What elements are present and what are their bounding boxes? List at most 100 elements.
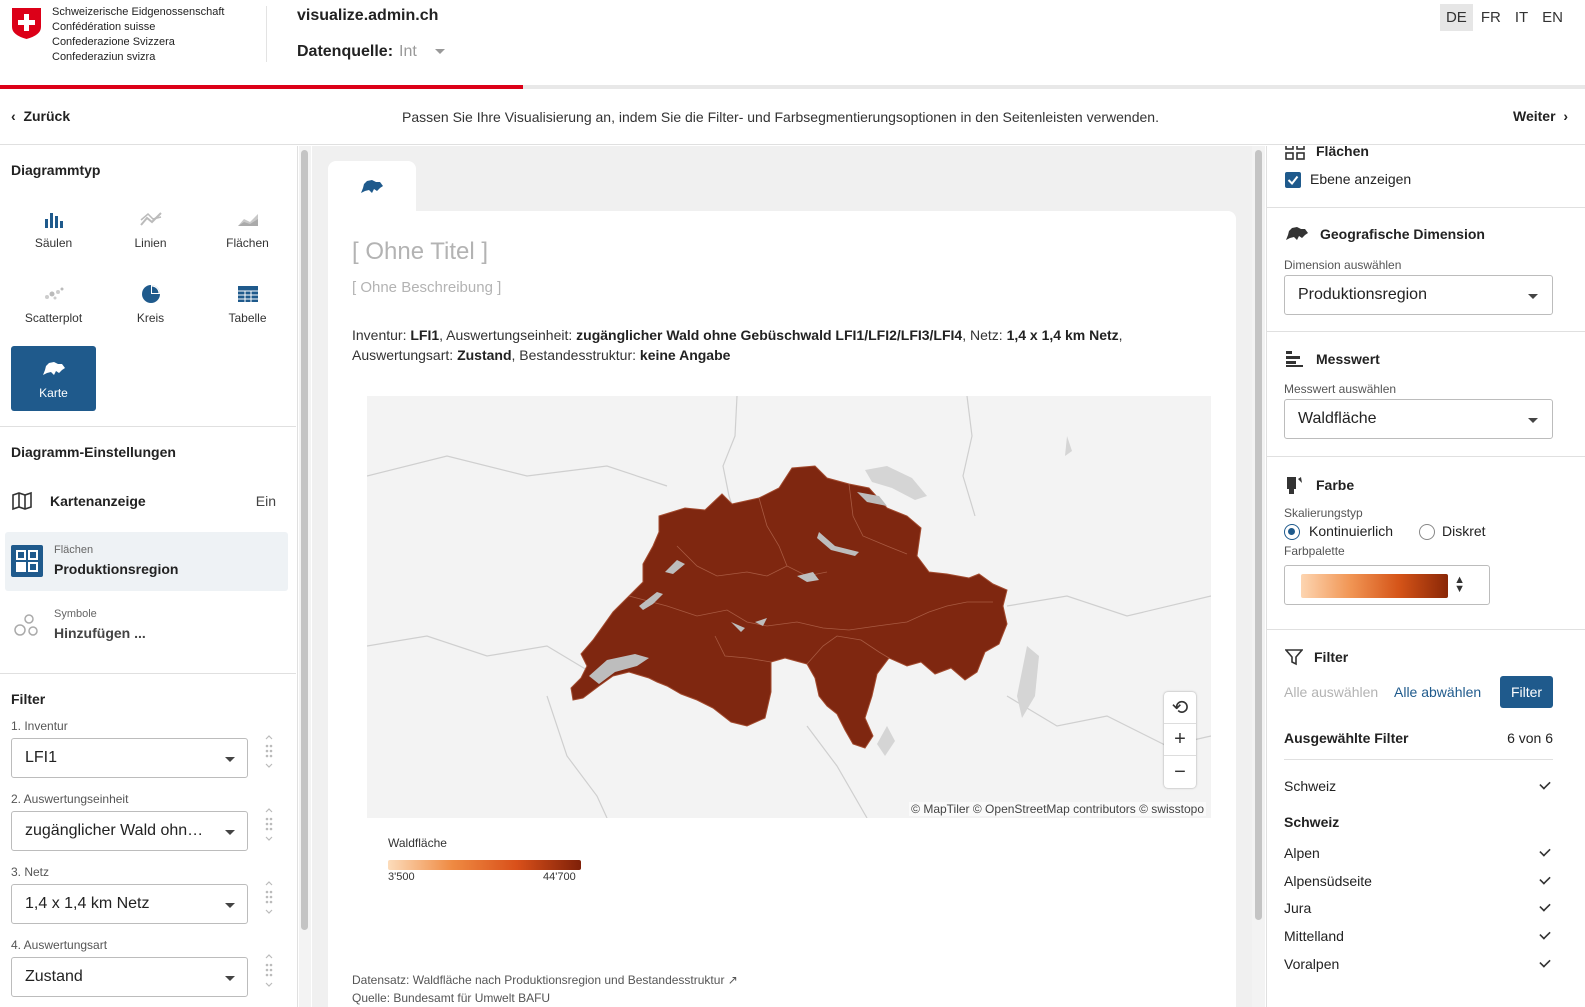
chevron-down-icon: [225, 903, 235, 908]
measure-section: Messwert Messwert auswählen Waldfläche: [1267, 332, 1585, 457]
chart-tab[interactable]: [328, 161, 416, 213]
grid-icon: [1285, 146, 1305, 160]
palette-label: Farbpalette: [1284, 544, 1345, 558]
filter-option[interactable]: Schweiz: [1284, 778, 1553, 798]
kartenanzeige-state: Ein: [255, 493, 276, 509]
lang-it[interactable]: IT: [1509, 4, 1534, 31]
check-icon: [1539, 956, 1551, 968]
flaechen-layer-item[interactable]: Flächen Produktionsregion: [5, 532, 288, 591]
selected-filters-header: Ausgewählte Filter 6 von 6: [1284, 730, 1553, 760]
symbole-layer-item[interactable]: Symbole Hinzufügen ...: [5, 598, 288, 657]
scrollbar-thumb[interactable]: [1255, 150, 1262, 920]
filter-option[interactable]: Alpensüdseite: [1284, 873, 1553, 893]
chart-type-lines[interactable]: Linien: [108, 196, 193, 261]
lang-fr[interactable]: FR: [1475, 4, 1507, 31]
flaechen-sub: Flächen: [54, 544, 94, 556]
chevron-right-icon: ›: [1555, 108, 1568, 124]
filter-label: 1. Inventur: [11, 719, 68, 733]
scale-continuous-radio[interactable]: [1284, 524, 1300, 540]
chart-filter-summary: Inventur: LFI1, Auswertungseinheit: zugä…: [352, 325, 1212, 365]
selected-filters-count: 6 von 6: [1507, 730, 1553, 746]
left-scrollbar[interactable]: [299, 146, 311, 1007]
filter-auswertungseinheit: 2. Auswertungseinheit zugänglicher Wald …: [11, 792, 276, 851]
drag-handle-icon[interactable]: [264, 881, 274, 915]
paint-bucket-icon: [1287, 477, 1302, 494]
confederation-fr: Confédération suisse: [52, 21, 156, 33]
filter-label: 4. Auswertungsart: [11, 938, 108, 952]
confederation-rm: Confederaziun svizra: [52, 51, 156, 63]
lang-de[interactable]: DE: [1439, 4, 1473, 31]
kartenanzeige-item[interactable]: Kartenanzeige Ein: [11, 489, 276, 513]
header-divider: [266, 6, 267, 62]
filter-option[interactable]: Mittelland: [1284, 928, 1553, 948]
datasource-select[interactable]: Datenquelle: Int: [297, 43, 445, 61]
scrollbar-thumb[interactable]: [301, 150, 308, 930]
filter-value: zugänglicher Wald ohne Gebüschwald LFI1/…: [25, 822, 248, 839]
dataset-source-link[interactable]: Datensatz: Waldfläche nach Produktionsre…: [352, 973, 738, 987]
zoom-in-button[interactable]: +: [1164, 724, 1196, 756]
chart-type-columns[interactable]: Säulen: [11, 196, 96, 261]
geo-header: Geografische Dimension: [1285, 226, 1485, 242]
filter-option-label: Alpen: [1284, 845, 1320, 861]
check-icon: [1539, 778, 1551, 790]
filter-inventur: 1. Inventur LFI1: [11, 719, 276, 778]
map-view[interactable]: ⟲ + − © MapTiler © OpenStreetMap contrib…: [367, 396, 1211, 818]
back-button[interactable]: ‹ Zurück: [11, 108, 70, 124]
map-controls: ⟲ + −: [1164, 692, 1196, 788]
geo-dimension-select[interactable]: Produktionsregion: [1284, 275, 1553, 315]
check-icon: [1539, 928, 1551, 940]
measure-title: Messwert: [1316, 351, 1380, 367]
chart-description[interactable]: [ Ohne Beschreibung ]: [352, 279, 501, 296]
funnel-icon: [1285, 649, 1303, 666]
measure-select[interactable]: Waldfläche: [1284, 399, 1553, 439]
geo-title: Geografische Dimension: [1320, 226, 1485, 242]
chart-title[interactable]: [ Ohne Titel ]: [352, 238, 488, 266]
check-icon: [1539, 845, 1551, 857]
measure-header: Messwert: [1285, 350, 1380, 368]
filter-option[interactable]: Alpen: [1284, 845, 1553, 865]
site-title[interactable]: visualize.admin.ch: [297, 7, 438, 25]
scale-discrete-radio[interactable]: [1419, 524, 1435, 540]
minus-icon: −: [1174, 760, 1186, 783]
chart-type-pie[interactable]: Kreis: [108, 271, 193, 336]
filter-option[interactable]: Jura: [1284, 900, 1553, 920]
areas-layer-icon: [11, 545, 43, 577]
chart-settings-title: Diagramm-Einstellungen: [11, 444, 176, 460]
chart-type-label: Linien: [134, 235, 167, 250]
lang-en[interactable]: EN: [1536, 4, 1569, 31]
header: Schweizerische Eidgenossenschaft Confédé…: [0, 0, 1585, 89]
chart-type-table[interactable]: Tabelle: [205, 271, 290, 336]
measure-value: Waldfläche: [1298, 410, 1377, 427]
center-scrollbar[interactable]: [1252, 146, 1265, 1007]
up-down-icon: ▲ ▼: [1454, 574, 1465, 595]
filter-button[interactable]: Filter: [1500, 676, 1553, 708]
deselect-all-link[interactable]: Alle abwählen: [1394, 684, 1481, 700]
filter-select[interactable]: Zustand: [11, 957, 248, 997]
pie-chart-icon: [141, 283, 161, 305]
reset-view-button[interactable]: ⟲: [1164, 692, 1196, 724]
flaechen-header: Flächen: [1285, 146, 1369, 160]
drag-handle-icon[interactable]: [264, 808, 274, 842]
map-svg: [367, 396, 1211, 818]
datasource-value: Int: [399, 43, 417, 60]
step-message: Passen Sie Ihre Visualisierung an, indem…: [402, 109, 1159, 125]
filter-select[interactable]: zugänglicher Wald ohne Gebüschwald LFI1/…: [11, 811, 248, 851]
zoom-out-button[interactable]: −: [1164, 756, 1196, 788]
filter-option-label: Jura: [1284, 900, 1312, 916]
show-layer-checkbox[interactable]: [1285, 172, 1301, 188]
next-button[interactable]: Weiter ›: [1513, 108, 1568, 124]
drag-handle-icon[interactable]: [264, 954, 274, 988]
chart-type-scatterplot[interactable]: Scatterplot: [11, 271, 96, 336]
drag-handle-icon[interactable]: [264, 735, 274, 769]
map-attribution[interactable]: © MapTiler © OpenStreetMap contributors …: [909, 802, 1206, 816]
select-all-link[interactable]: Alle auswählen: [1284, 684, 1378, 700]
filter-select[interactable]: LFI1: [11, 738, 248, 778]
filter-select[interactable]: 1,4 x 1,4 km Netz: [11, 884, 248, 924]
datasource-label: Datenquelle:: [297, 43, 394, 60]
chart-type-areas[interactable]: Flächen: [205, 196, 290, 261]
divider: [0, 673, 296, 674]
palette-select[interactable]: ▲ ▼: [1284, 565, 1490, 605]
back-label: Zurück: [23, 108, 71, 124]
filter-option[interactable]: Voralpen: [1284, 956, 1553, 976]
chart-type-map[interactable]: Karte: [11, 346, 96, 411]
